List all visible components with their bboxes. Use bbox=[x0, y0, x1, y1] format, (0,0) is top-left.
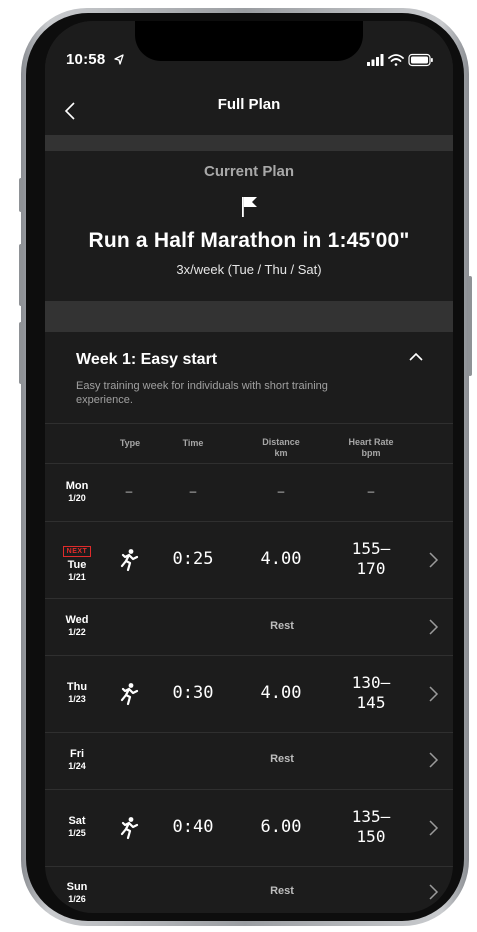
signal-icon bbox=[367, 54, 384, 66]
time-cell: 0:40 bbox=[172, 817, 214, 837]
day-name: Fri bbox=[69, 748, 85, 760]
day-name: Tue bbox=[67, 559, 87, 571]
day-row-sat[interactable]: Sat 1/25 0:40 6.00 135– 150 bbox=[45, 790, 453, 866]
rest-label: Rest bbox=[270, 885, 294, 897]
day-date: 1/25 bbox=[68, 828, 86, 838]
collapse-chevron-icon[interactable] bbox=[408, 351, 424, 363]
header-time: Time bbox=[182, 438, 204, 448]
day-date: 1/22 bbox=[68, 627, 86, 637]
day-row-thu[interactable]: Thu 1/23 0:30 4.00 130– 145 bbox=[45, 656, 453, 732]
chevron-right-icon[interactable] bbox=[427, 685, 439, 703]
screen: 10:58 Full Plan Current Plan Run a Half … bbox=[45, 21, 453, 913]
side-button bbox=[19, 178, 23, 212]
header-heart-rate: Heart Rate bpm bbox=[336, 437, 406, 459]
time-cell: – bbox=[189, 484, 197, 498]
day-row-mon: Mon 1/20 – – – – bbox=[45, 464, 453, 521]
distance-cell: – bbox=[277, 484, 285, 498]
day-label: Sat 1/25 bbox=[45, 815, 109, 838]
chevron-right-icon[interactable] bbox=[427, 551, 439, 569]
nav-bar: Full Plan bbox=[45, 91, 453, 135]
heart-rate-cell: 155– 170 bbox=[341, 539, 401, 579]
day-label: Sun 1/26 bbox=[45, 881, 109, 904]
plan-schedule: 3x/week (Tue / Thu / Sat) bbox=[176, 262, 322, 277]
distance-cell: 4.00 bbox=[260, 683, 302, 703]
day-date: 1/21 bbox=[68, 572, 86, 582]
day-name: Sat bbox=[68, 815, 86, 827]
heart-rate-cell: 135– 150 bbox=[341, 807, 401, 847]
rest-label: Rest bbox=[270, 753, 294, 765]
header-type: Type bbox=[119, 438, 141, 448]
page-title: Full Plan bbox=[217, 96, 281, 113]
heart-rate-low: 145 bbox=[356, 693, 386, 712]
header-heart-rate-label: Heart Rate bbox=[348, 437, 394, 447]
section-separator bbox=[45, 135, 453, 151]
heart-rate-cell: 130– 145 bbox=[341, 673, 401, 713]
distance-cell: 4.00 bbox=[260, 549, 302, 569]
heart-rate-cell: – bbox=[367, 484, 375, 498]
day-name: Sun bbox=[66, 881, 88, 893]
heart-rate-high: 155– bbox=[351, 539, 391, 558]
day-label: Fri 1/24 bbox=[45, 748, 109, 771]
next-badge: NEXT bbox=[62, 546, 92, 557]
day-date: 1/24 bbox=[68, 761, 86, 771]
day-row-wed[interactable]: Wed 1/22 Rest bbox=[45, 599, 453, 655]
wifi-icon bbox=[388, 54, 404, 66]
heart-rate-high: 130– bbox=[351, 673, 391, 692]
status-time: 10:58 bbox=[66, 51, 106, 68]
volume-up-button bbox=[19, 244, 23, 306]
header-distance: Distance km bbox=[251, 437, 311, 459]
chevron-right-icon[interactable] bbox=[427, 618, 439, 636]
day-date: 1/23 bbox=[68, 694, 86, 704]
header-heart-rate-unit: bpm bbox=[361, 448, 381, 458]
day-date: 1/26 bbox=[68, 894, 86, 904]
running-icon bbox=[120, 683, 139, 706]
day-label: Mon 1/20 bbox=[45, 480, 109, 503]
chevron-right-icon[interactable] bbox=[427, 819, 439, 837]
flag-icon bbox=[242, 197, 257, 217]
time-cell: 0:30 bbox=[172, 683, 214, 703]
day-date: 1/20 bbox=[68, 493, 86, 503]
section-separator bbox=[45, 301, 453, 332]
plan-title: Run a Half Marathon in 1:45'00" bbox=[88, 229, 410, 252]
rest-label: Rest bbox=[270, 620, 294, 632]
volume-down-button bbox=[19, 322, 23, 384]
week-title: Week 1: Easy start bbox=[76, 351, 218, 368]
status-icons bbox=[367, 53, 433, 67]
running-icon bbox=[120, 549, 139, 572]
header-distance-unit: km bbox=[274, 448, 288, 458]
week-description: Easy training week for individuals with … bbox=[76, 380, 328, 406]
day-row-fri[interactable]: Fri 1/24 Rest bbox=[45, 733, 453, 789]
chevron-right-icon[interactable] bbox=[427, 883, 439, 901]
battery-icon bbox=[408, 53, 433, 67]
power-button bbox=[468, 276, 472, 376]
heart-rate-low: 150 bbox=[356, 827, 386, 846]
header-distance-label: Distance bbox=[262, 437, 300, 447]
notch bbox=[135, 21, 363, 61]
heart-rate-high: 135– bbox=[351, 807, 391, 826]
day-row-sun[interactable]: Sun 1/26 Rest bbox=[45, 867, 453, 913]
day-label: Wed 1/22 bbox=[45, 614, 109, 637]
day-label: NEXT Tue 1/21 bbox=[45, 540, 109, 582]
current-plan-label: Current Plan bbox=[203, 163, 294, 180]
running-icon bbox=[120, 817, 139, 840]
distance-cell: 6.00 bbox=[260, 817, 302, 837]
type-cell: – bbox=[125, 484, 133, 498]
divider bbox=[45, 423, 453, 424]
day-name: Thu bbox=[66, 681, 88, 693]
current-plan-card: Current Plan Run a Half Marathon in 1:45… bbox=[45, 151, 453, 301]
heart-rate-low: 170 bbox=[356, 559, 386, 578]
day-name: Wed bbox=[65, 614, 89, 626]
location-arrow-icon bbox=[114, 54, 124, 65]
chevron-right-icon[interactable] bbox=[427, 751, 439, 769]
day-name: Mon bbox=[65, 480, 89, 492]
day-row-tue[interactable]: NEXT Tue 1/21 0:25 4.00 155– 170 bbox=[45, 522, 453, 598]
day-label: Thu 1/23 bbox=[45, 681, 109, 704]
time-cell: 0:25 bbox=[172, 549, 214, 569]
status-bar: 10:58 bbox=[45, 21, 453, 91]
